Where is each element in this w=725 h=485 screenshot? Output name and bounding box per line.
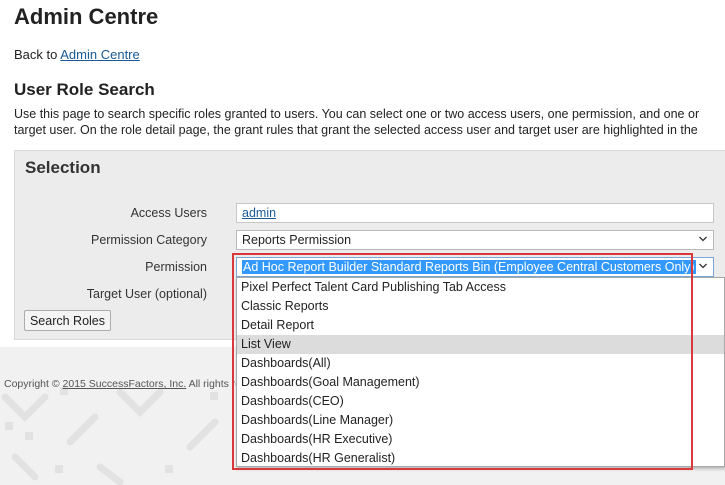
access-users-label: Access Users bbox=[130, 206, 207, 220]
copyright-prefix: Copyright © bbox=[4, 378, 60, 390]
dropdown-option[interactable]: Pixel Perfect Talent Card Publishing Tab… bbox=[237, 278, 724, 297]
dropdown-option-hovered[interactable]: List View bbox=[237, 335, 724, 354]
dropdown-option[interactable]: Dashboards(All) bbox=[237, 354, 724, 373]
admin-centre-link[interactable]: Admin Centre bbox=[60, 47, 139, 62]
dropdown-option[interactable]: Dashboards(Line Manager) bbox=[237, 411, 724, 430]
dropdown-option[interactable]: Dashboards(HR Executive) bbox=[237, 430, 724, 449]
selection-title: Selection bbox=[25, 158, 101, 177]
description-line-2: target user. On the role detail page, th… bbox=[14, 123, 698, 137]
dropdown-option[interactable]: Dashboards(HR Generalist) bbox=[237, 449, 724, 468]
back-prefix: Back to bbox=[14, 47, 58, 62]
permission-category-label: Permission Category bbox=[90, 233, 207, 247]
dropdown-option[interactable]: Classic Reports bbox=[237, 297, 724, 316]
permission-label: Permission bbox=[145, 260, 207, 274]
section-title: User Role Search bbox=[14, 80, 155, 99]
description: Use this page to search specific roles g… bbox=[14, 106, 725, 138]
permission-value: Ad Hoc Report Builder Standard Reports B… bbox=[242, 260, 696, 274]
page-title: Admin Centre bbox=[14, 4, 159, 29]
dropdown-option[interactable]: Detail Report bbox=[237, 316, 724, 335]
dropdown-option[interactable]: Dashboards(Goal Management) bbox=[237, 373, 724, 392]
permission-select[interactable]: Ad Hoc Report Builder Standard Reports B… bbox=[236, 257, 714, 277]
search-roles-button[interactable]: Search Roles bbox=[24, 310, 111, 331]
dropdown-option[interactable]: Dashboards(CEO) bbox=[237, 392, 724, 411]
access-user-admin-link[interactable]: admin bbox=[242, 206, 276, 220]
copyright: Copyright © 2015 SuccessFactors, Inc. Al… bbox=[4, 378, 246, 390]
access-users-field[interactable]: admin bbox=[236, 203, 714, 223]
description-line-1: Use this page to search specific roles g… bbox=[14, 107, 700, 121]
chevron-down-icon bbox=[699, 263, 707, 269]
permission-dropdown-list: Pixel Perfect Talent Card Publishing Tab… bbox=[236, 277, 725, 467]
permission-category-value: Reports Permission bbox=[242, 233, 352, 247]
successfactors-link[interactable]: 2015 SuccessFactors, Inc. bbox=[63, 378, 187, 390]
permission-category-select[interactable]: Reports Permission bbox=[236, 230, 714, 250]
back-line: Back to Admin Centre bbox=[14, 47, 140, 62]
target-user-label: Target User (optional) bbox=[86, 287, 207, 301]
footer-pattern-icon bbox=[1, 387, 219, 485]
chevron-down-icon bbox=[699, 236, 707, 242]
